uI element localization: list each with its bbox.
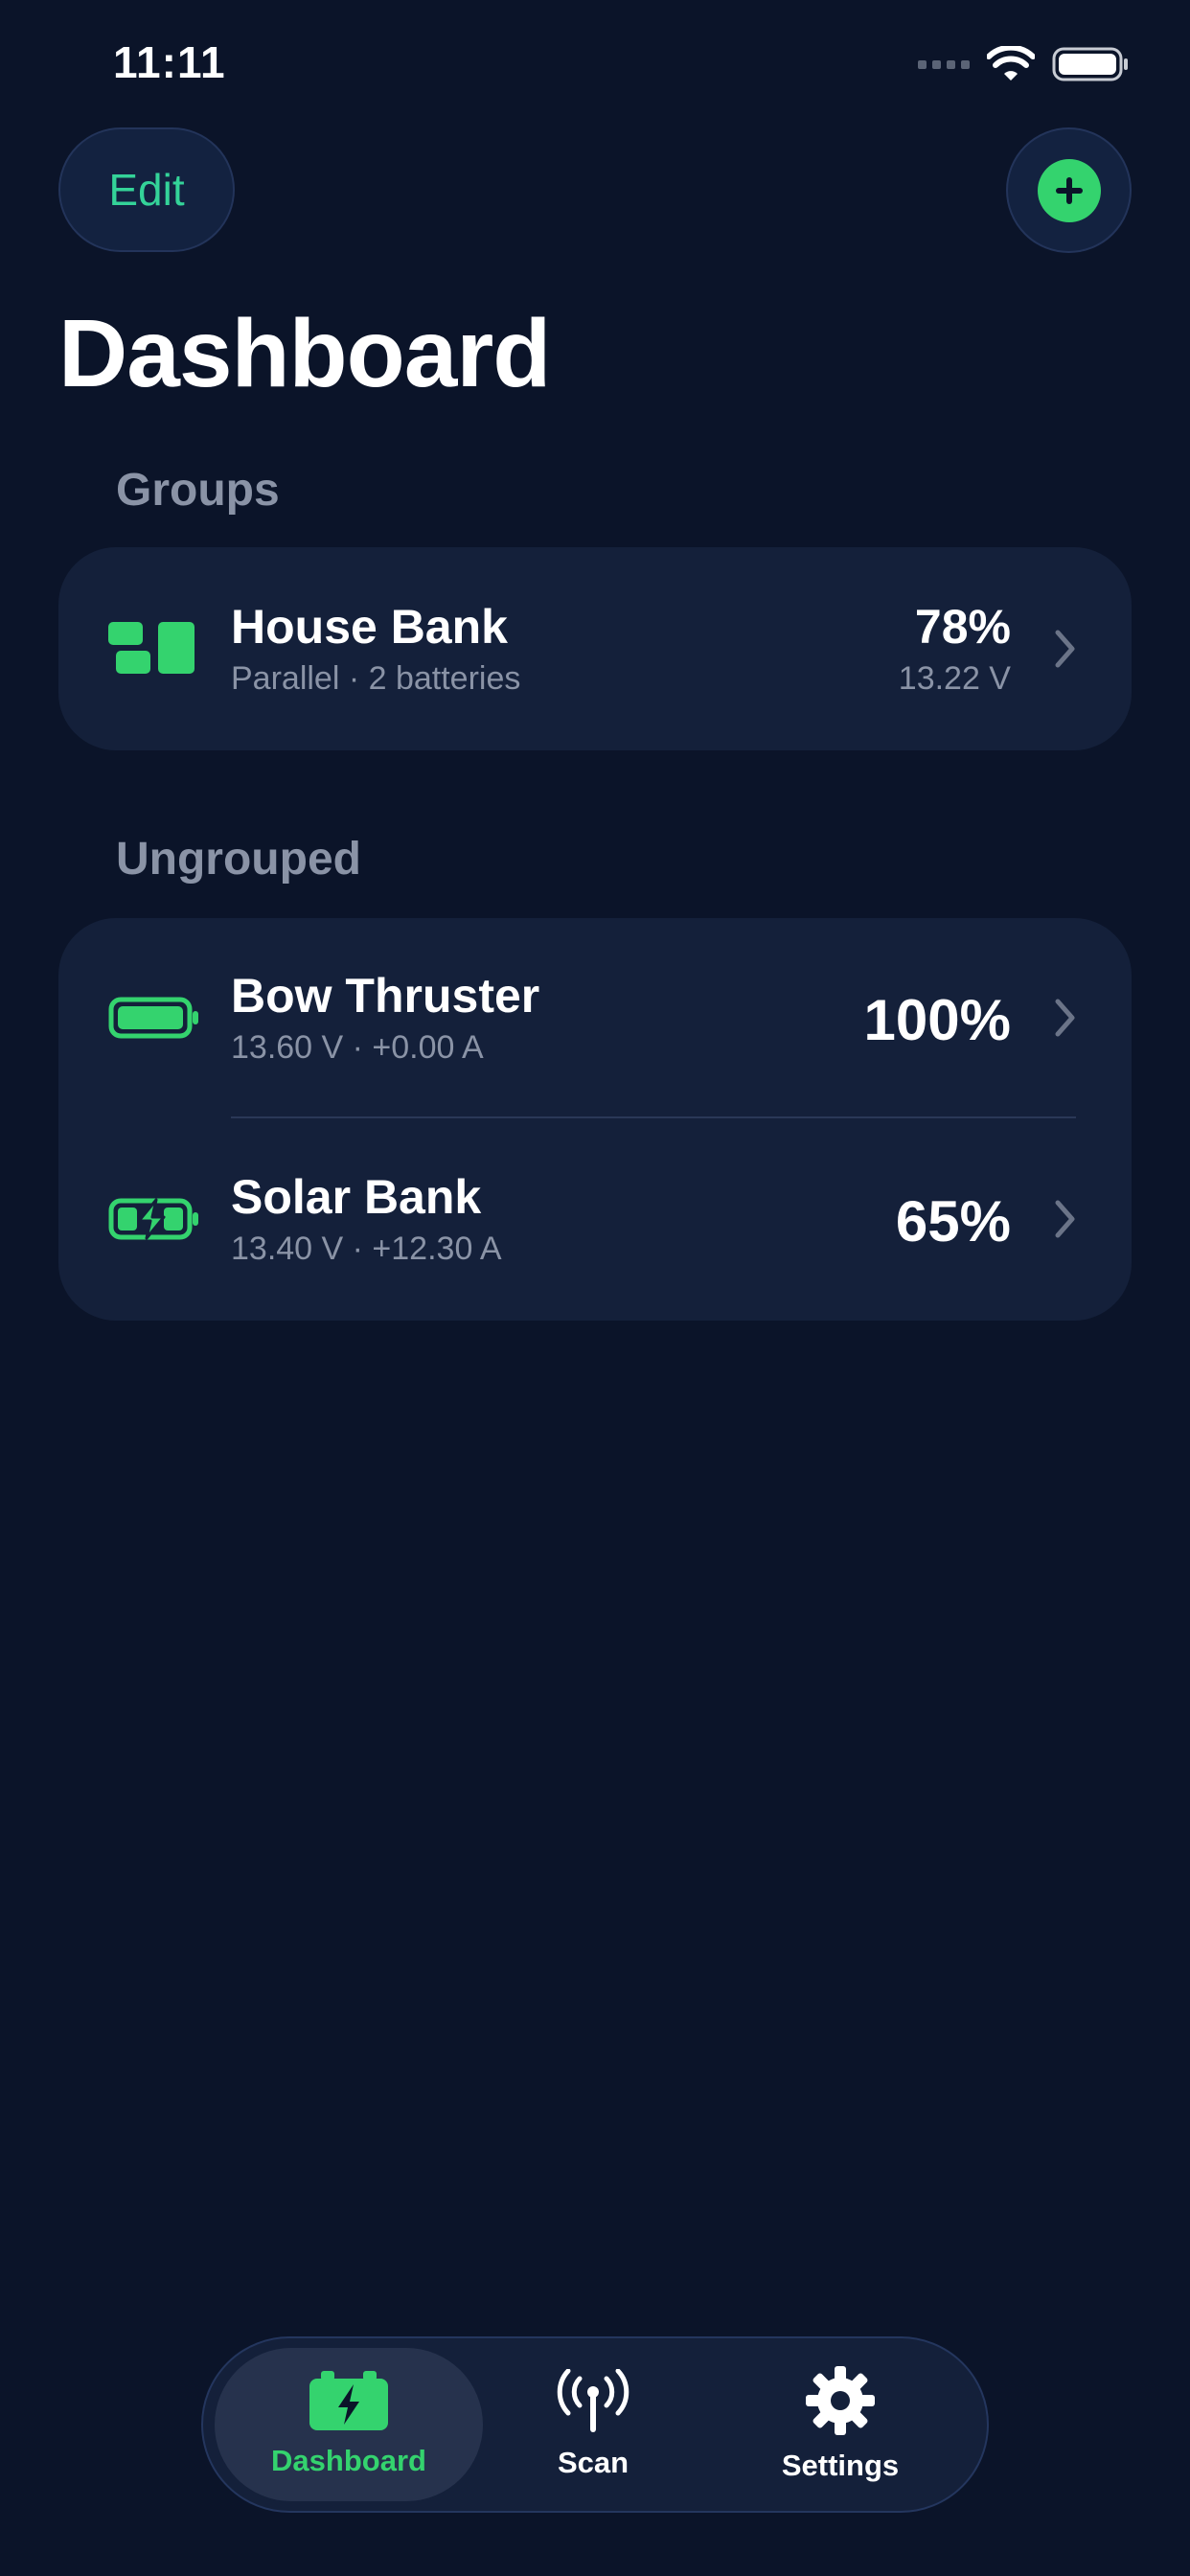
page-title: Dashboard [58, 300, 551, 407]
battery-detail: 13.40 V · +12.30 A [231, 1230, 502, 1267]
tab-scan[interactable]: Scan [492, 2348, 694, 2501]
battery-name: Solar Bank [231, 1170, 482, 1224]
battery-charging-icon [108, 1198, 198, 1240]
battery-bolt-icon [309, 2371, 388, 2430]
edit-button[interactable]: Edit [58, 127, 235, 252]
battery-name: Bow Thruster [231, 969, 540, 1023]
plus-icon [1037, 158, 1101, 222]
status-time: 11:11 [113, 37, 226, 87]
tab-settings[interactable]: Settings [721, 2348, 960, 2501]
status-icons [918, 46, 1129, 82]
group-name: House Bank [231, 600, 508, 654]
gear-icon [806, 2366, 875, 2435]
ungrouped-section-label: Ungrouped [116, 834, 361, 885]
battery-status-icon [1052, 47, 1128, 81]
tab-bar: Dashboard Scan Settings [201, 2336, 989, 2513]
group-detail: Parallel · 2 batteries [231, 660, 521, 697]
antenna-icon [557, 2369, 629, 2432]
add-button[interactable] [1006, 127, 1132, 253]
groups-section-label: Groups [116, 465, 280, 516]
tab-dashboard[interactable]: Dashboard [215, 2348, 483, 2501]
battery-row-bow-thruster[interactable]: Bow Thruster 13.60 V · +0.00 A 100% [58, 918, 1132, 1117]
chevron-right-icon [1055, 630, 1075, 668]
group-voltage: 13.22 V [898, 660, 1011, 697]
cellular-signal-icon [918, 59, 970, 69]
tab-label-settings: Settings [781, 2449, 900, 2482]
group-percent: 78% [914, 600, 1011, 654]
group-row-house-bank[interactable]: House Bank Parallel · 2 batteries 78% 13… [58, 547, 1132, 750]
tab-label-scan: Scan [557, 2446, 629, 2479]
chevron-right-icon [1055, 1200, 1075, 1238]
battery-percent: 100% [863, 988, 1011, 1052]
ungrouped-card: Bow Thruster 13.60 V · +0.00 A 100% Sola… [58, 918, 1132, 1321]
battery-full-icon [108, 997, 198, 1039]
battery-percent: 65% [895, 1189, 1011, 1254]
battery-row-solar-bank[interactable]: Solar Bank 13.40 V · +12.30 A 65% [58, 1117, 1132, 1321]
wifi-icon [987, 46, 1035, 80]
groups-card: House Bank Parallel · 2 batteries 78% 13… [58, 547, 1132, 750]
dashboard-screen: 11:11 Edit Dashboard Groups House Bank P… [0, 0, 1190, 2576]
tab-label-dashboard: Dashboard [271, 2444, 426, 2477]
battery-detail: 13.60 V · +0.00 A [231, 1029, 484, 1066]
chevron-right-icon [1055, 999, 1075, 1037]
group-blocks-icon [108, 622, 195, 674]
